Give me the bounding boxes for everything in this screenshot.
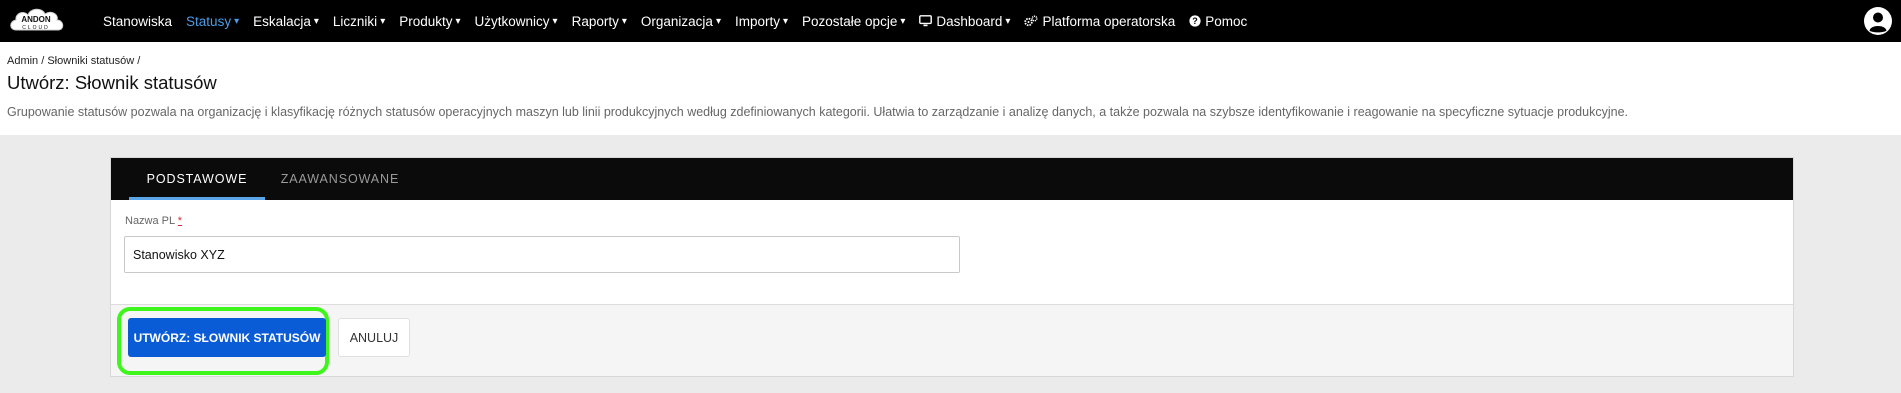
nav-pomoc[interactable]: ? Pomoc [1189, 14, 1247, 29]
nav-label: Dashboard [936, 13, 1003, 29]
caret-down-icon: ▾ [234, 15, 240, 27]
main-menu: Stanowiska Statusy ▾ Eskalacja ▾ Liczniki ▾… [103, 0, 1261, 42]
nav-pozostale-opcje[interactable]: Pozostałe opcje ▾ [802, 14, 905, 29]
field-label-text: Nazwa PL [125, 215, 175, 227]
monitor-icon [919, 15, 933, 27]
nav-label: Stanowiska [103, 13, 173, 29]
nav-organizacja[interactable]: Organizacja ▾ [641, 14, 721, 29]
caret-down-icon: ▾ [782, 15, 789, 27]
nav-label: Pomoc [1205, 13, 1248, 29]
svg-text:?: ? [1193, 16, 1199, 26]
user-circle-icon[interactable] [1863, 6, 1893, 36]
form-card: PODSTAWOWE ZAAWANSOWANE Nazwa PL * UTWÓR… [110, 157, 1794, 377]
caret-down-icon: ▾ [313, 15, 319, 27]
nav-label: Pozostałe opcje [802, 13, 898, 29]
page-header: Admin / Słowniki statusów / Utwórz: Słow… [0, 42, 1901, 135]
caret-down-icon: ▾ [621, 15, 627, 27]
tab-label: PODSTAWOWE [146, 172, 248, 186]
name-pl-label: Nazwa PL * [125, 215, 182, 227]
nav-label: Produkty [399, 13, 453, 29]
create-status-dictionary-button[interactable]: UTWÓRZ: SŁOWNIK STATUSÓW [128, 318, 326, 357]
nav-stanowiska[interactable]: Stanowiska [103, 14, 172, 29]
nav-label: Liczniki [332, 13, 378, 29]
nav-produkty[interactable]: Produkty ▾ [399, 14, 460, 29]
nav-uzytkownicy[interactable]: Użytkownicy ▾ [475, 14, 558, 29]
andon-cloud-logo[interactable]: ANDON CLOUD [6, 4, 68, 38]
tab-podstawowe[interactable]: PODSTAWOWE [129, 158, 265, 200]
active-tab-indicator [129, 197, 265, 200]
breadcrumb[interactable]: Admin / Słowniki statusów / [7, 55, 140, 67]
caret-down-icon: ▾ [900, 15, 906, 27]
nav-label: Raporty [571, 13, 619, 29]
cancel-button[interactable]: ANULUJ [338, 318, 410, 357]
nav-eskalacja[interactable]: Eskalacja ▾ [253, 14, 319, 29]
nav-platforma-operatorska[interactable]: Platforma operatorska [1024, 14, 1175, 29]
svg-text:CLOUD: CLOUD [22, 25, 50, 31]
nav-importy[interactable]: Importy ▾ [735, 14, 788, 29]
top-navbar: ANDON CLOUD Stanowiska Statusy ▾ Eskalacj… [0, 0, 1901, 42]
required-marker: * [177, 215, 183, 227]
form-tabs: PODSTAWOWE ZAAWANSOWANE [111, 158, 1793, 200]
nav-label: Importy [734, 13, 780, 29]
nav-liczniki[interactable]: Liczniki ▾ [333, 14, 385, 29]
page-description: Grupowanie statusów pozwala na organizac… [7, 105, 1628, 119]
nav-dashboard[interactable]: Dashboard ▾ [919, 14, 1010, 29]
tab-label: ZAAWANSOWANE [280, 172, 400, 186]
nav-label: Organizacja [640, 13, 713, 29]
nav-raporty[interactable]: Raporty ▾ [572, 14, 627, 29]
nav-statusy[interactable]: Statusy ▾ [186, 14, 239, 29]
caret-down-icon: ▾ [455, 15, 461, 27]
gears-icon [1024, 15, 1038, 27]
nav-label: Platforma operatorska [1042, 13, 1176, 29]
tab-zaawansowane[interactable]: ZAAWANSOWANE [271, 158, 409, 200]
nav-label: Statusy [186, 13, 232, 29]
nav-label: Użytkownicy [474, 13, 550, 29]
page-title: Utwórz: Słownik statusów [7, 72, 217, 93]
caret-down-icon: ▾ [380, 15, 386, 27]
nav-label: Eskalacja [253, 13, 311, 29]
caret-down-icon: ▾ [552, 15, 558, 27]
question-circle-icon: ? [1189, 15, 1201, 27]
svg-text:ANDON: ANDON [21, 15, 51, 24]
caret-down-icon: ▾ [1005, 15, 1011, 27]
form-actions: UTWÓRZ: SŁOWNIK STATUSÓW ANULUJ [111, 304, 1793, 376]
caret-down-icon: ▾ [715, 15, 721, 27]
name-pl-input[interactable] [124, 236, 960, 273]
